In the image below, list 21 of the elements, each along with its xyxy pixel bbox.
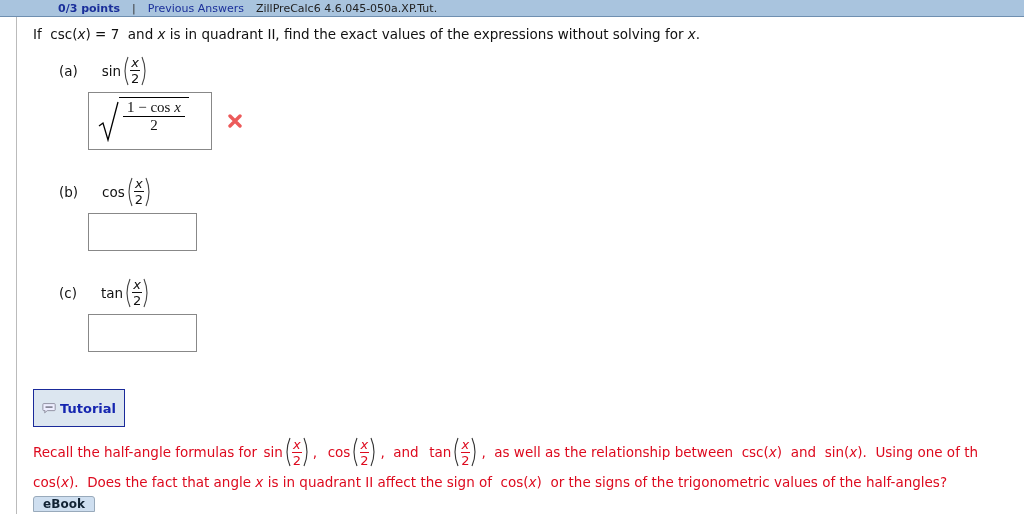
left-paren-icon xyxy=(123,277,132,308)
left-paren-icon xyxy=(121,55,130,86)
previous-answers-link[interactable]: Previous Answers xyxy=(147,2,244,14)
separator: | xyxy=(132,2,136,14)
part-label: (b) xyxy=(59,182,79,202)
part-label: (c) xyxy=(59,283,77,303)
right-paren-icon xyxy=(302,437,311,468)
ebook-button[interactable]: eBook xyxy=(33,496,95,513)
answer-field[interactable] xyxy=(88,314,197,353)
question-text: If csc(x) = 7 and x is in quadrant II, find the exact values of the expressions without solving for x. xyxy=(33,25,702,44)
left-paren-icon xyxy=(350,437,359,468)
answer-field[interactable] xyxy=(88,213,197,252)
problem-code: ZillPreCalc6 4.6.045-050a.XP.Tut. xyxy=(255,2,438,14)
speech-bubble-icon xyxy=(42,402,57,415)
score-text: 0/3 points xyxy=(58,2,120,14)
right-paren-icon xyxy=(144,176,153,207)
answer-field[interactable]: 1 − cos x 2 xyxy=(88,92,212,151)
radical-icon xyxy=(97,100,119,143)
tutorial-button[interactable]: Tutorial xyxy=(33,389,125,428)
left-paren-icon xyxy=(451,437,460,468)
part-label: (a) xyxy=(59,61,78,81)
